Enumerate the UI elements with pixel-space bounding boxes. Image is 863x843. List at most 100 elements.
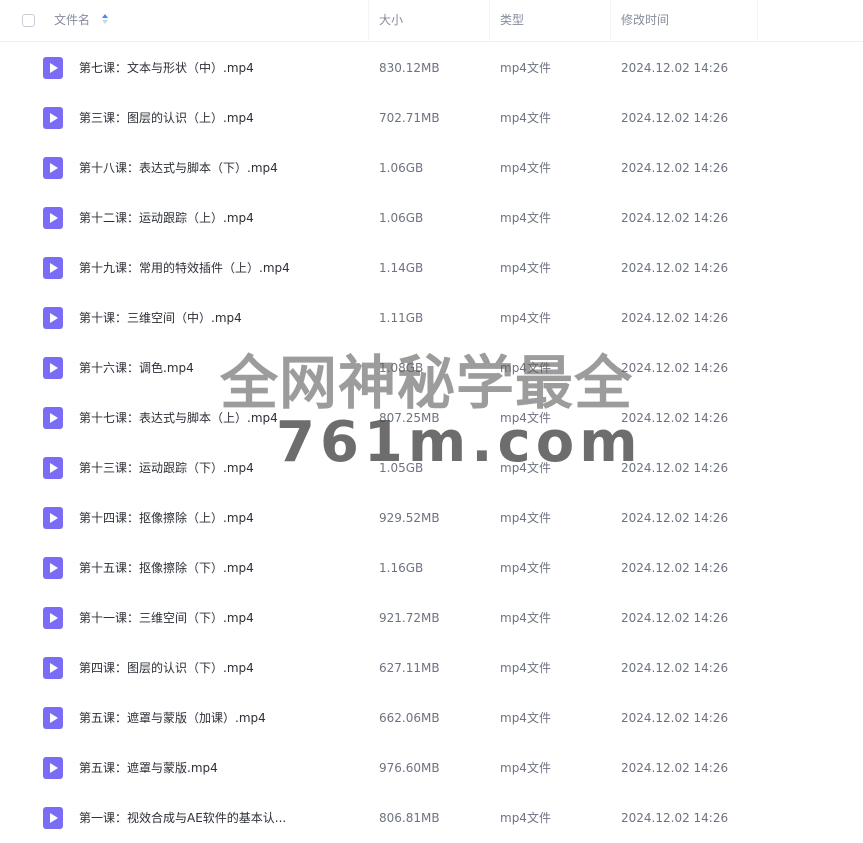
video-file-icon[interactable]	[43, 207, 63, 229]
file-row[interactable]: 第七课：文本与形状（中）.mp4 830.12MB mp4文件 2024.12.02 …	[0, 43, 863, 93]
sort-icon[interactable]	[101, 11, 109, 27]
video-file-icon[interactable]	[43, 107, 63, 129]
file-size: 921.72MB	[379, 611, 440, 625]
file-name[interactable]: 第五课：遮罩与蒙版（加课）.mp4	[79, 693, 266, 743]
file-name[interactable]: 第十六课：调色.mp4	[79, 343, 194, 393]
file-modified: 2024.12.02 14:26	[621, 811, 729, 825]
column-divider[interactable]	[757, 0, 758, 41]
column-divider[interactable]	[610, 0, 611, 41]
file-list: 第七课：文本与形状（中）.mp4 830.12MB mp4文件 2024.12.02 …	[0, 43, 863, 843]
file-name[interactable]: 第十二课：运动跟踪（上）.mp4	[79, 193, 254, 243]
file-modified: 2024.12.02 14:26	[621, 611, 729, 625]
file-size: 1.06GB	[379, 211, 424, 225]
video-file-icon[interactable]	[43, 557, 63, 579]
video-file-icon[interactable]	[43, 657, 63, 679]
file-size: 807.25MB	[379, 411, 440, 425]
file-row[interactable]: 第十二课：运动跟踪（上）.mp4 1.06GB mp4文件 2024.12.02 14…	[0, 193, 863, 243]
file-modified: 2024.12.02 14:26	[621, 161, 729, 175]
file-name[interactable]: 第十一课：三维空间（下）.mp4	[79, 593, 254, 643]
file-modified: 2024.12.02 14:26	[621, 111, 729, 125]
file-size: 806.81MB	[379, 811, 440, 825]
file-row[interactable]: 第十九课：常用的特效插件（上）.mp4 1.14GB mp4文件 2024.12.02…	[0, 243, 863, 293]
file-size: 1.16GB	[379, 561, 424, 575]
file-row[interactable]: 第三课：图层的认识（上）.mp4 702.71MB mp4文件 2024.12.02 …	[0, 93, 863, 143]
file-size: 1.14GB	[379, 261, 424, 275]
file-name[interactable]: 第十九课：常用的特效插件（上）.mp4	[79, 243, 290, 293]
file-name[interactable]: 第四课：图层的认识（下）.mp4	[79, 643, 254, 693]
file-row[interactable]: 第五课：遮罩与蒙版.mp4 976.60MB mp4文件 2024.12.02 14:…	[0, 743, 863, 793]
video-file-icon[interactable]	[43, 457, 63, 479]
file-modified: 2024.12.02 14:26	[621, 61, 729, 75]
file-modified: 2024.12.02 14:26	[621, 561, 729, 575]
file-size: 1.11GB	[379, 311, 424, 325]
video-file-icon[interactable]	[43, 707, 63, 729]
file-name[interactable]: 第十七课：表达式与脚本（上）.mp4	[79, 393, 278, 443]
file-name[interactable]: 第五课：遮罩与蒙版.mp4	[79, 743, 218, 793]
column-header-type[interactable]: 类型	[500, 0, 524, 41]
file-row[interactable]: 第十六课：调色.mp4 1.08GB mp4文件 2024.12.02 14:26	[0, 343, 863, 393]
file-name[interactable]: 第十三课：运动跟踪（下）.mp4	[79, 443, 254, 493]
video-file-icon[interactable]	[43, 607, 63, 629]
file-size: 830.12MB	[379, 61, 440, 75]
file-type: mp4文件	[500, 711, 551, 725]
select-all-checkbox[interactable]	[22, 14, 35, 27]
file-row[interactable]: 第十三课：运动跟踪（下）.mp4 1.05GB mp4文件 2024.12.02 14…	[0, 443, 863, 493]
file-name[interactable]: 第三课：图层的认识（上）.mp4	[79, 93, 254, 143]
video-file-icon[interactable]	[43, 357, 63, 379]
file-type: mp4文件	[500, 61, 551, 75]
file-size: 627.11MB	[379, 661, 440, 675]
file-size: 929.52MB	[379, 511, 440, 525]
column-header-name[interactable]: 文件名	[54, 0, 90, 41]
file-name[interactable]: 第十四课：抠像擦除（上）.mp4	[79, 493, 254, 543]
file-modified: 2024.12.02 14:26	[621, 361, 729, 375]
file-size: 1.05GB	[379, 461, 424, 475]
file-row[interactable]: 第十八课：表达式与脚本（下）.mp4 1.06GB mp4文件 2024.12.02 …	[0, 143, 863, 193]
video-file-icon[interactable]	[43, 807, 63, 829]
column-header-modified[interactable]: 修改时间	[621, 0, 669, 41]
video-file-icon[interactable]	[43, 257, 63, 279]
file-size: 1.06GB	[379, 161, 424, 175]
file-size: 1.08GB	[379, 361, 424, 375]
file-modified: 2024.12.02 14:26	[621, 711, 729, 725]
file-name[interactable]: 第十课：三维空间（中）.mp4	[79, 293, 242, 343]
column-divider[interactable]	[368, 0, 369, 41]
file-type: mp4文件	[500, 811, 551, 825]
file-modified: 2024.12.02 14:26	[621, 211, 729, 225]
file-size: 702.71MB	[379, 111, 440, 125]
file-size: 662.06MB	[379, 711, 440, 725]
video-file-icon[interactable]	[43, 507, 63, 529]
file-type: mp4文件	[500, 611, 551, 625]
file-row[interactable]: 第十七课：表达式与脚本（上）.mp4 807.25MB mp4文件 2024.12.0…	[0, 393, 863, 443]
column-divider[interactable]	[489, 0, 490, 41]
file-modified: 2024.12.02 14:26	[621, 511, 729, 525]
video-file-icon[interactable]	[43, 757, 63, 779]
file-name[interactable]: 第十八课：表达式与脚本（下）.mp4	[79, 143, 278, 193]
file-type: mp4文件	[500, 411, 551, 425]
file-type: mp4文件	[500, 511, 551, 525]
file-row[interactable]: 第十一课：三维空间（下）.mp4 921.72MB mp4文件 2024.12.02 …	[0, 593, 863, 643]
file-type: mp4文件	[500, 461, 551, 475]
file-type: mp4文件	[500, 161, 551, 175]
file-row[interactable]: 第十四课：抠像擦除（上）.mp4 929.52MB mp4文件 2024.12.02 …	[0, 493, 863, 543]
video-file-icon[interactable]	[43, 57, 63, 79]
file-row[interactable]: 第十课：三维空间（中）.mp4 1.11GB mp4文件 2024.12.02 14:…	[0, 293, 863, 343]
video-file-icon[interactable]	[43, 307, 63, 329]
video-file-icon[interactable]	[43, 407, 63, 429]
file-list-header: 文件名 大小 类型 修改时间	[0, 0, 863, 42]
file-row[interactable]: 第五课：遮罩与蒙版（加课）.mp4 662.06MB mp4文件 2024.12.02…	[0, 693, 863, 743]
file-modified: 2024.12.02 14:26	[621, 261, 729, 275]
file-modified: 2024.12.02 14:26	[621, 461, 729, 475]
file-name[interactable]: 第七课：文本与形状（中）.mp4	[79, 43, 254, 93]
file-type: mp4文件	[500, 261, 551, 275]
file-name[interactable]: 第十五课：抠像擦除（下）.mp4	[79, 543, 254, 593]
file-type: mp4文件	[500, 661, 551, 675]
file-modified: 2024.12.02 14:26	[621, 311, 729, 325]
file-size: 976.60MB	[379, 761, 440, 775]
file-row[interactable]: 第十五课：抠像擦除（下）.mp4 1.16GB mp4文件 2024.12.02 14…	[0, 543, 863, 593]
column-header-size[interactable]: 大小	[379, 0, 403, 41]
file-name[interactable]: 第一课：视效合成与AE软件的基本认...	[79, 793, 286, 843]
file-type: mp4文件	[500, 361, 551, 375]
video-file-icon[interactable]	[43, 157, 63, 179]
file-row[interactable]: 第四课：图层的认识（下）.mp4 627.11MB mp4文件 2024.12.02 …	[0, 643, 863, 693]
file-row[interactable]: 第一课：视效合成与AE软件的基本认... 806.81MB mp4文件 2024.12…	[0, 793, 863, 843]
